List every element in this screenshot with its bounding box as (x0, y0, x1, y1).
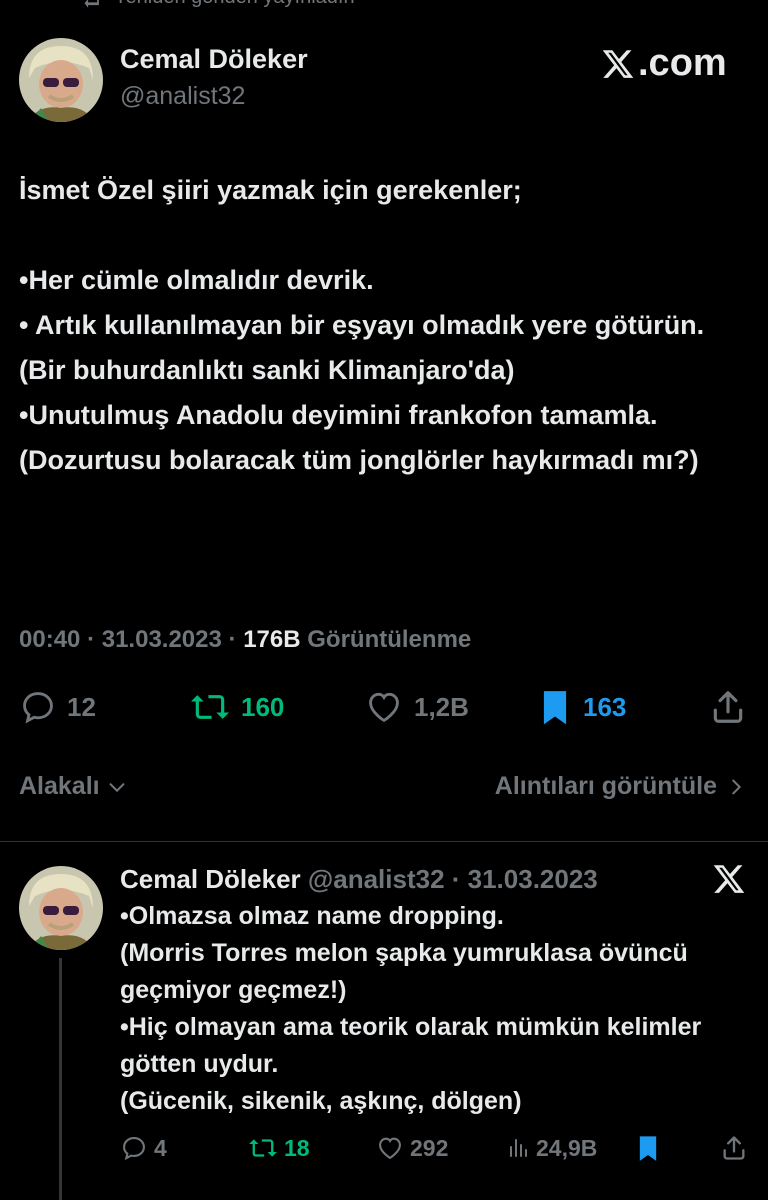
chevron-down-icon (109, 782, 125, 792)
author-name[interactable]: Cemal Döleker (120, 44, 308, 75)
tweet-meta: 00:40 · 31.03.2023 · 176B Görüntülenme (19, 626, 471, 654)
reply-line: •Olmazsa olmaz name dropping. (120, 902, 504, 930)
tweet-line: •Unutulmuş Anadolu deyimini frankofon ta… (19, 400, 699, 475)
repost-count: 160 (241, 691, 285, 722)
bookmark-count: 163 (583, 691, 627, 722)
bookmark-icon (543, 691, 567, 725)
reply-text: •Olmazsa olmaz name dropping. (Morris To… (120, 898, 740, 1120)
like-button[interactable]: 292 (376, 1134, 448, 1162)
tweet-time[interactable]: 00:40 (19, 626, 80, 653)
reply-author-name[interactable]: Cemal Döleker (120, 864, 301, 894)
x-logo-icon (602, 49, 634, 78)
like-icon (379, 1137, 401, 1160)
tweet-date[interactable]: 31.03.2023 (102, 626, 222, 653)
like-icon (369, 692, 399, 723)
share-icon (723, 1136, 745, 1160)
reply-line: (Morris Torres melon şapka yumruklasa öv… (120, 939, 688, 1004)
repost-notice-text: Yeniden gönderi yayınladın (114, 0, 355, 9)
bookmark-button[interactable] (636, 1134, 660, 1162)
tweet-line: • Artık kullanılmayan bir eşyayı olmadık… (19, 310, 705, 385)
reply-icon (23, 692, 53, 724)
reply-header: Cemal Döleker @analist32 · 31.03.2023 (120, 864, 598, 895)
reply-icon (123, 1137, 145, 1161)
reply-count: 12 (67, 691, 96, 722)
meta-separator: · (228, 626, 244, 653)
reply-count: 4 (154, 1134, 167, 1161)
thread-connector (59, 958, 62, 1200)
reply-button[interactable]: 12 (19, 688, 96, 726)
meta-separator: · (87, 626, 102, 653)
views-button[interactable]: 24,9B (506, 1134, 597, 1162)
views-count: 24,9B (536, 1134, 598, 1161)
tweet-line: İsmet Özel şiiri yazmak için gerekenler; (19, 175, 522, 205)
like-count: 292 (410, 1134, 449, 1161)
tweet-text: İsmet Özel şiiri yazmak için gerekenler;… (19, 168, 739, 483)
sort-label: Alakalı (19, 772, 100, 800)
x-logo-icon (712, 862, 746, 896)
repost-button[interactable]: 18 (248, 1134, 310, 1162)
share-button[interactable] (709, 688, 747, 726)
tweet-line-gap (19, 213, 739, 258)
share-icon (713, 691, 743, 723)
site-suffix: .com (638, 42, 727, 84)
like-count: 1,2B (414, 691, 469, 722)
author-handle[interactable]: @analist32 (120, 82, 245, 111)
repost-icon (249, 1139, 277, 1157)
chevron-right-icon (732, 779, 742, 794)
repost-count: 18 (284, 1134, 310, 1161)
sort-dropdown[interactable]: Alakalı (19, 772, 128, 801)
repost-icon (191, 695, 229, 719)
x-com-branding: .com (600, 42, 727, 85)
bookmark-icon (639, 1136, 657, 1161)
quotes-label: Alıntıları görüntüle (494, 772, 717, 800)
avatar[interactable] (19, 38, 103, 122)
repost-icon (84, 0, 99, 8)
like-button[interactable]: 1,2B (364, 688, 469, 726)
repost-button[interactable]: 160 (189, 688, 284, 726)
meta-separator: · (444, 864, 468, 894)
views-count: 176B (243, 626, 301, 653)
reply-line: (Gücenik, sikenik, aşkınç, dölgen) (120, 1087, 522, 1115)
views-label: Görüntülenme (307, 626, 472, 653)
views-icon (510, 1139, 527, 1157)
divider (0, 841, 768, 842)
reply-button[interactable]: 4 (120, 1134, 167, 1162)
avatar[interactable] (19, 866, 103, 950)
share-button[interactable] (720, 1134, 748, 1162)
tweet-line: •Her cümle olmalıdır devrik. (19, 265, 374, 295)
tweet-actions: 12 160 1,2B 163 (19, 688, 747, 736)
reply-date[interactable]: 31.03.2023 (468, 864, 598, 894)
reply-author-handle[interactable]: @analist32 (308, 864, 445, 894)
view-quotes-link[interactable]: Alıntıları görüntüle (495, 772, 747, 801)
reply-line: •Hiç olmayan ama teorik olarak mümkün ke… (120, 1013, 702, 1078)
repost-notice: Yeniden gönderi yayınladın (80, 0, 355, 9)
reply-actions: 4 18 292 24,9B (120, 1134, 748, 1170)
bookmark-button[interactable]: 163 (537, 688, 626, 726)
